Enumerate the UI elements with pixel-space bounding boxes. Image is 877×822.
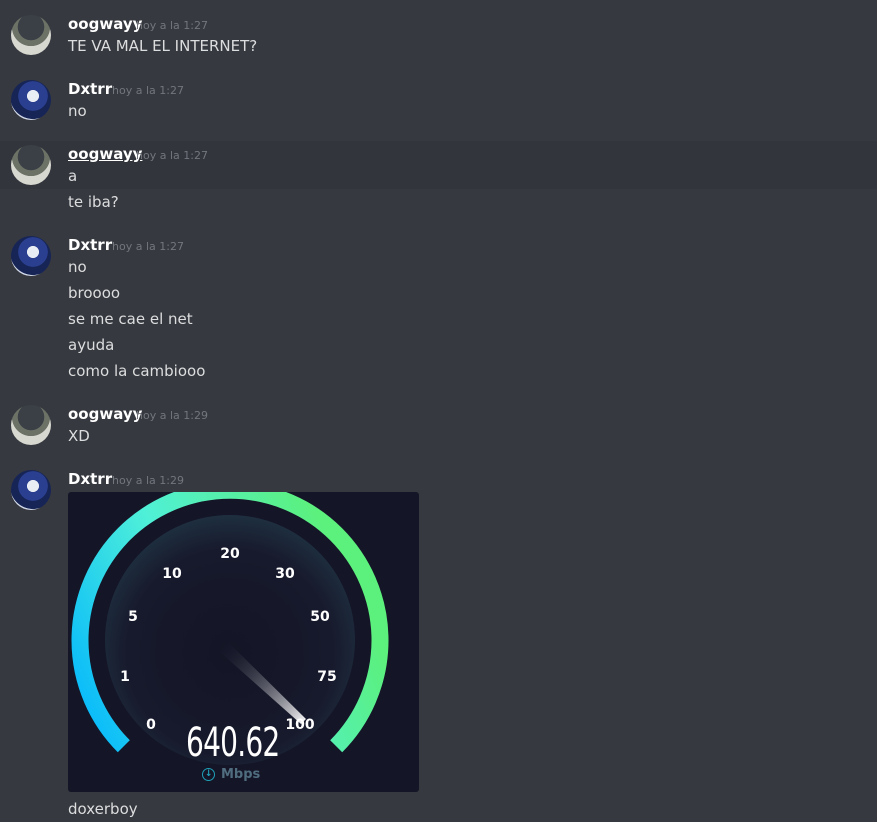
gauge-tick-label: 0 [146, 717, 156, 733]
gauge-tick-label: 1 [120, 669, 130, 685]
message-text: a [68, 167, 78, 185]
message-text: se me cae el net [68, 310, 193, 328]
timestamp: hoy a la 1:29 [112, 474, 184, 487]
username[interactable]: oogwayy [68, 145, 142, 163]
message-text: no [68, 102, 87, 120]
speed-unit: ↓ Mbps [202, 767, 260, 782]
username[interactable]: Dxtrr [68, 470, 112, 488]
username[interactable]: oogwayy [68, 15, 142, 33]
download-arrow-icon: ↓ [202, 768, 215, 781]
speed-value: 640.62 [186, 720, 280, 766]
message-text: no [68, 258, 87, 276]
avatar[interactable] [11, 470, 51, 510]
timestamp: hoy a la 1:27 [112, 84, 184, 97]
message-text: broooo [68, 284, 121, 302]
timestamp: hoy a la 1:29 [136, 409, 208, 422]
avatar[interactable] [11, 15, 51, 55]
message-text: XD [68, 427, 90, 445]
gauge-tick-label: 30 [275, 566, 295, 582]
speed-unit-label: Mbps [221, 767, 261, 782]
username[interactable]: Dxtrr [68, 80, 112, 98]
gauge-tick-label: 50 [310, 609, 330, 625]
avatar[interactable] [11, 405, 51, 445]
timestamp: hoy a la 1:27 [112, 240, 184, 253]
username[interactable]: Dxtrr [68, 236, 112, 254]
message-text: como la cambiooo [68, 362, 206, 380]
avatar[interactable] [11, 145, 51, 185]
gauge-tick-label: 10 [162, 566, 182, 582]
message-text: TE VA MAL EL INTERNET? [68, 37, 258, 55]
gauge-tick-label: 20 [220, 546, 240, 562]
gauge-tick-label: 5 [128, 609, 138, 625]
message-text: ayuda [68, 336, 115, 354]
speedtest-image[interactable]: 0 1 5 10 20 30 50 75 100 640.62 ↓ Mbps [68, 492, 419, 792]
avatar[interactable] [11, 80, 51, 120]
timestamp: hoy a la 1:27 [136, 149, 208, 162]
username[interactable]: oogwayy [68, 405, 142, 423]
message-text: doxerboy [68, 800, 138, 818]
timestamp: hoy a la 1:27 [136, 19, 208, 32]
message-text: te iba? [68, 193, 119, 211]
gauge-tick-label: 100 [285, 717, 315, 733]
avatar[interactable] [11, 236, 51, 276]
gauge-tick-label: 75 [317, 669, 337, 685]
